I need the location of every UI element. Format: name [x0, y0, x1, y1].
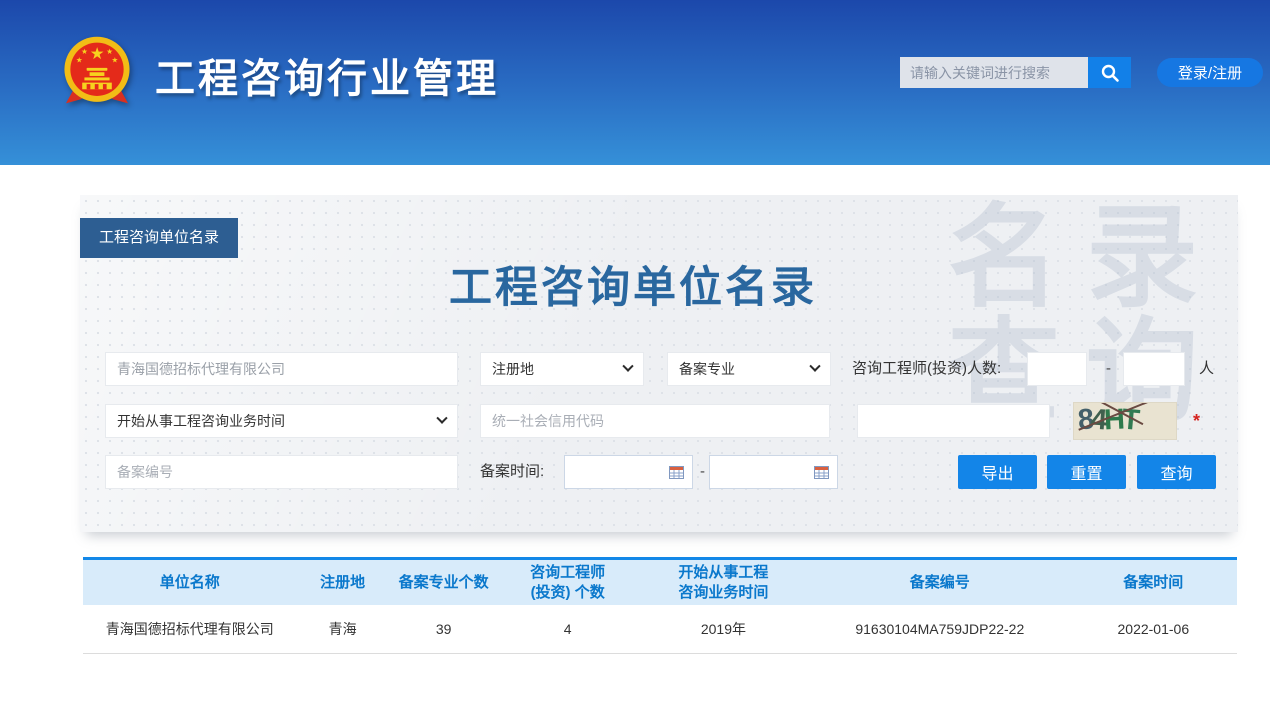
- site-title: 工程咨询行业管理: [155, 46, 499, 104]
- company-name-input[interactable]: [105, 352, 458, 386]
- cell-unit-name: 青海国德招标代理有限公司: [83, 605, 296, 653]
- required-asterisk: *: [1193, 411, 1200, 432]
- cell-record-number: 91630104MA759JDP22-22: [810, 605, 1070, 653]
- filter-row-3: 备案时间: - 导出 重置 查询: [80, 455, 1238, 489]
- engineer-count-unit-label: 人: [1199, 352, 1214, 386]
- svg-text:★: ★: [111, 56, 118, 65]
- page: ★ ★ ★ ★ ★ 工程咨询行业管理: [0, 0, 1270, 725]
- credit-code-input[interactable]: [480, 404, 830, 438]
- column-header-record-time: 备案时间: [1070, 560, 1237, 605]
- directory-panel: 名录 查询 工程咨询单位名录 工程咨询单位名录 注册地 备案专业 咨询工程师(投…: [80, 195, 1238, 532]
- national-emblem-icon: ★ ★ ★ ★ ★: [60, 32, 134, 114]
- record-time-to-input[interactable]: [709, 455, 838, 489]
- results-table: 单位名称 注册地 备案专业个数 咨询工程师 (投资) 个数 开始从事工程 咨询业…: [83, 557, 1237, 654]
- svg-text:★: ★: [106, 47, 113, 56]
- calendar-icon: [814, 465, 829, 479]
- cell-major-count: 39: [389, 605, 499, 653]
- reset-button[interactable]: 重置: [1047, 455, 1126, 489]
- column-header-engineer-count: 咨询工程师 (投资) 个数: [498, 560, 636, 605]
- record-major-select[interactable]: 备案专业: [667, 352, 831, 386]
- register-place-select-value: 注册地: [492, 359, 618, 379]
- search-icon: [1100, 63, 1120, 83]
- chevron-down-icon: [622, 361, 633, 372]
- chevron-down-icon: [809, 361, 820, 372]
- captcha-image[interactable]: 84HT: [1073, 402, 1177, 440]
- record-number-input[interactable]: [105, 455, 458, 489]
- export-button[interactable]: 导出: [958, 455, 1037, 489]
- engineer-count-from-input[interactable]: [1027, 352, 1087, 386]
- search-input[interactable]: [900, 57, 1088, 88]
- cell-engineer-count: 4: [498, 605, 636, 653]
- filter-row-2: 开始从事工程咨询业务时间 84HT *: [80, 404, 1238, 438]
- column-header-register-place: 注册地: [296, 560, 388, 605]
- range-dash: -: [700, 455, 705, 489]
- tab-directory[interactable]: 工程咨询单位名录: [80, 218, 238, 258]
- national-emblem-logo: ★ ★ ★ ★ ★: [60, 32, 134, 114]
- captcha-input[interactable]: [857, 404, 1050, 438]
- record-major-select-value: 备案专业: [679, 359, 805, 379]
- query-button[interactable]: 查询: [1137, 455, 1216, 489]
- site-header: ★ ★ ★ ★ ★ 工程咨询行业管理: [0, 0, 1270, 165]
- chevron-down-icon: [436, 413, 447, 424]
- cell-register-place: 青海: [296, 605, 388, 653]
- svg-text:★: ★: [90, 45, 105, 63]
- engineer-count-to-input[interactable]: [1123, 352, 1185, 386]
- header-search: [900, 57, 1131, 88]
- table-header-row: 单位名称 注册地 备案专业个数 咨询工程师 (投资) 个数 开始从事工程 咨询业…: [83, 560, 1237, 605]
- start-time-select[interactable]: 开始从事工程咨询业务时间: [105, 404, 458, 438]
- cell-start-time: 2019年: [637, 605, 810, 653]
- register-place-select[interactable]: 注册地: [480, 352, 644, 386]
- column-header-start-time: 开始从事工程 咨询业务时间: [637, 560, 810, 605]
- record-time-label: 备案时间:: [480, 455, 544, 489]
- start-time-select-value: 开始从事工程咨询业务时间: [117, 411, 432, 431]
- table-row[interactable]: 青海国德招标代理有限公司 青海 39 4 2019年 91630104MA759…: [83, 605, 1237, 653]
- watermark-text: 名录 查询: [948, 201, 1224, 429]
- svg-text:★: ★: [81, 47, 88, 56]
- panel-title: 工程咨询单位名录: [80, 253, 1212, 315]
- column-header-major-count: 备案专业个数: [389, 560, 499, 605]
- calendar-icon: [669, 465, 684, 479]
- engineer-count-label: 咨询工程师(投资)人数:: [852, 352, 1001, 386]
- login-register-button[interactable]: 登录/注册: [1157, 58, 1263, 87]
- column-header-record-number: 备案编号: [810, 560, 1070, 605]
- search-button[interactable]: [1088, 57, 1131, 88]
- filter-row-1: 注册地 备案专业 咨询工程师(投资)人数: - 人: [80, 352, 1238, 386]
- range-dash: -: [1106, 352, 1111, 386]
- svg-text:★: ★: [76, 56, 83, 65]
- record-time-from-input[interactable]: [564, 455, 693, 489]
- cell-record-time: 2022-01-06: [1070, 605, 1237, 653]
- column-header-unit-name: 单位名称: [83, 560, 296, 605]
